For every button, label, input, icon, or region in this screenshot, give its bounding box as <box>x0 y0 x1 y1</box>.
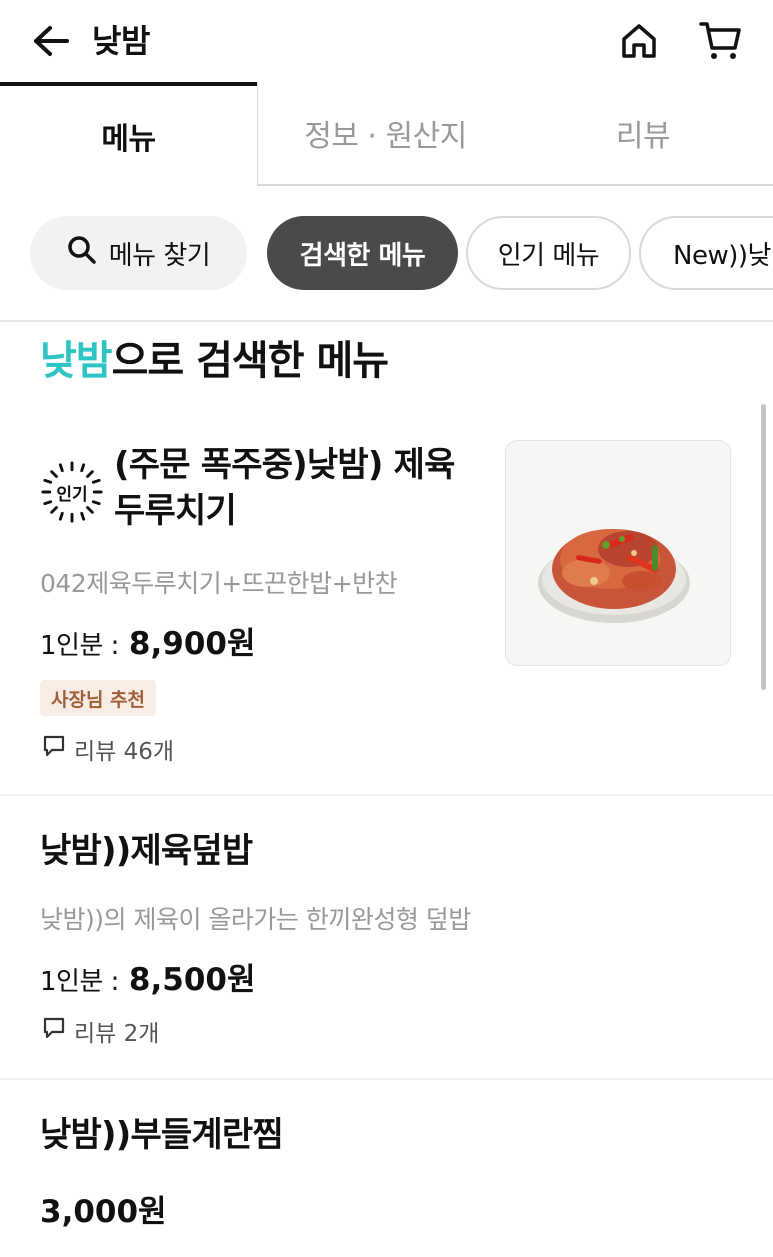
review-count: 리뷰 2개 <box>42 1014 159 1048</box>
menu-item[interactable]: 낮밤))부들계란찜 3,000원 <box>0 1080 773 1257</box>
searched-menu-chip[interactable]: 검색한 메뉴 <box>267 216 458 290</box>
menu-item-price: 8,900원 <box>128 626 256 662</box>
menu-search-label: 메뉴 찾기 <box>108 240 211 271</box>
stir-fried-pork-image <box>506 441 730 665</box>
cart-icon[interactable] <box>696 18 746 64</box>
price-row: 1인분 : 8,500원 <box>40 954 256 999</box>
menu-item-description: 낮밤))의 제육이 올라가는 한끼완성형 덮밥 <box>40 905 471 934</box>
section-title: 낮밤으로 검색한 메뉴 <box>40 335 389 387</box>
menu-filter-chips: 메뉴 찾기 검색한 메뉴 인기 메뉴 New))낮 <box>0 186 773 322</box>
app-header: 낮밤 <box>0 0 773 84</box>
menu-item-photo[interactable] <box>505 440 731 666</box>
menu-search-chip[interactable]: 메뉴 찾기 <box>30 216 247 290</box>
back-arrow-icon[interactable] <box>30 20 72 62</box>
page-title: 낮밤 <box>92 22 150 60</box>
tab-bar: 메뉴 정보 · 원산지 리뷰 <box>0 82 773 186</box>
tab-menu[interactable]: 메뉴 <box>0 82 257 186</box>
price-row: 1인분 : 8,900원 <box>40 618 256 663</box>
tab-review[interactable]: 리뷰 <box>513 82 773 186</box>
popular-badge-label: 인기 <box>56 484 88 505</box>
menu-item-name: 낮밤))제육덮밥 <box>40 831 253 871</box>
portion-label: 1인분 : <box>40 967 119 997</box>
comment-icon <box>42 734 66 764</box>
review-count: 리뷰 46개 <box>42 732 174 766</box>
search-keyword: 낮밤 <box>40 338 113 384</box>
search-icon <box>67 235 97 272</box>
menu-item[interactable]: 낮밤))제육덮밥 낮밤))의 제육이 올라가는 한끼완성형 덮밥 1인분 : 8… <box>0 796 773 1080</box>
review-count-label: 리뷰 46개 <box>74 739 175 765</box>
review-count-label: 리뷰 2개 <box>74 1021 160 1047</box>
menu-item-name: 낮밤))부들계란찜 <box>40 1115 284 1155</box>
comment-icon <box>42 1016 66 1046</box>
menu-item-description: 042제육두루치기+뜨끈한밥+반찬 <box>40 569 398 598</box>
section-title-suffix: 으로 검색한 메뉴 <box>111 338 389 384</box>
owner-recommend-tag: 사장님 추천 <box>40 680 157 716</box>
portion-label: 1인분 : <box>40 631 119 661</box>
menu-item-price: 8,500원 <box>128 962 256 998</box>
new-menu-chip[interactable]: New))낮 <box>639 216 773 290</box>
home-icon[interactable] <box>616 18 662 64</box>
menu-item-price: 3,000원 <box>40 1194 167 1230</box>
price-row: 3,000원 <box>40 1186 167 1231</box>
popular-menu-chip[interactable]: 인기 메뉴 <box>466 216 631 290</box>
popular-badge: 인기 <box>40 460 104 524</box>
menu-item[interactable]: 인기 (주문 폭주중)낮밤) 제육 두루치기 042제육두루치기+뜨끈한밥+반찬… <box>0 430 773 796</box>
menu-item-name: (주문 폭주중)낮밤) 제육 두루치기 <box>114 445 455 531</box>
tab-info-origin[interactable]: 정보 · 원산지 <box>257 82 513 186</box>
